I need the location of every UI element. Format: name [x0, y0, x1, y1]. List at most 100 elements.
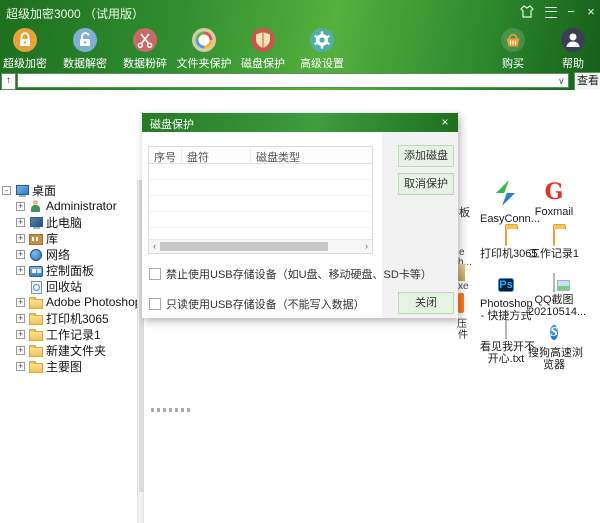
- checkbox[interactable]: [149, 298, 161, 310]
- easyconnect-icon: [493, 193, 519, 210]
- skin-icon[interactable]: [518, 5, 536, 21]
- expander-icon[interactable]: +: [16, 202, 25, 211]
- toolbar-label: 文件夹保护: [172, 55, 236, 71]
- desktop-item-qq-screenshot[interactable]: QQ截图20210514...: [528, 274, 580, 318]
- desktop-item-work-record[interactable]: 工作记录1: [528, 228, 580, 261]
- tree-item-label: 网络: [46, 246, 70, 263]
- add-disk-button[interactable]: 添加磁盘: [398, 145, 454, 167]
- occluded-label-fragment: xe: [458, 281, 469, 292]
- dialog-titlebar[interactable]: 磁盘保护 ×: [142, 113, 458, 132]
- desktop-item-printer3065[interactable]: 打印机3065: [480, 228, 532, 261]
- shield-icon: [250, 27, 276, 53]
- tree-item-new-folder[interactable]: + 新建文件夹: [16, 342, 135, 358]
- tree-item-printer3065[interactable]: + 打印机3065: [16, 310, 135, 326]
- protected-disk-table[interactable]: 序号 盘符 磁盘类型 ‹ ›: [148, 146, 373, 254]
- checkbox-label: 只读使用USB存储设备（不能写入数据）: [166, 296, 365, 312]
- folder-icon: [29, 360, 43, 373]
- address-input[interactable]: [17, 73, 569, 88]
- expander-icon[interactable]: +: [16, 218, 25, 227]
- tree-item-libraries[interactable]: + 库: [16, 230, 135, 246]
- tree-item-desktop[interactable]: - 桌面: [2, 182, 135, 198]
- tree-item-label: 工作记录1: [46, 326, 101, 343]
- expander-icon[interactable]: +: [16, 362, 25, 371]
- tree-item-adobe-photoshop[interactable]: + Adobe Photoshop CS5: [16, 294, 135, 310]
- scroll-left-icon[interactable]: ‹: [149, 240, 160, 252]
- tree-item-main-pictures[interactable]: + 主要图: [16, 358, 135, 374]
- cancel-protection-button[interactable]: 取消保护: [398, 173, 454, 195]
- tree-item-recycle-bin[interactable]: 回收站: [16, 278, 135, 294]
- expander-icon[interactable]: +: [16, 250, 25, 259]
- library-icon: [29, 232, 43, 245]
- tree-item-administrator[interactable]: + Administrator: [16, 198, 135, 214]
- tree-item-work-record[interactable]: + 工作记录1: [16, 326, 135, 342]
- expander-icon[interactable]: +: [16, 298, 25, 307]
- folder-icon: [29, 344, 43, 357]
- toolbar-item-folder-protect[interactable]: 文件夹保护: [172, 27, 236, 71]
- folder-icon: [29, 328, 43, 341]
- toolbar-label: 购买: [481, 55, 545, 71]
- minimize-icon[interactable]: −: [562, 4, 580, 20]
- expander-icon[interactable]: +: [16, 346, 25, 355]
- desktop-item-photoshop[interactable]: Ps Photoshop- 快捷方式: [480, 274, 532, 322]
- view-button[interactable]: 查看: [574, 72, 600, 91]
- column-header-disk-type: 磁盘类型: [251, 147, 372, 163]
- expander-icon[interactable]: +: [16, 234, 25, 243]
- chevron-down-icon[interactable]: ∨: [558, 76, 565, 87]
- desktop-item-sogou-browser[interactable]: S 搜狗高速浏览器: [528, 321, 580, 371]
- title-bar: 超级加密3000 （试用版） − ×: [0, 0, 600, 24]
- toolbar-item-disk-protect[interactable]: 磁盘保护: [231, 27, 295, 71]
- expander-icon[interactable]: +: [16, 330, 25, 339]
- dialog-title: 磁盘保护: [150, 116, 194, 132]
- control-panel-icon: [29, 264, 43, 277]
- toolbar-item-super-encrypt[interactable]: 超级加密: [0, 27, 57, 71]
- tree-item-control-panel[interactable]: + 控制面板: [16, 262, 135, 278]
- gear-icon: [309, 27, 335, 53]
- tree-item-label: 打印机3065: [46, 310, 109, 327]
- menu-icon[interactable]: [542, 4, 560, 20]
- disk-protection-dialog: 磁盘保护 × 序号 盘符 磁盘类型 ‹ › 添加磁盘 取消保护 禁止: [142, 113, 458, 318]
- toolbar-item-buy[interactable]: 购买: [481, 27, 545, 71]
- sogou-browser-icon: S: [550, 325, 558, 340]
- tree-item-this-pc[interactable]: + 此电脑: [16, 214, 135, 230]
- scrollbar-thumb[interactable]: [160, 242, 328, 251]
- toolbar-label: 帮助: [541, 55, 600, 71]
- expander-icon[interactable]: +: [16, 314, 25, 323]
- desktop-item-txt-file[interactable]: 看见我开不开心.txt: [480, 321, 532, 365]
- checkbox[interactable]: [149, 268, 161, 280]
- scroll-right-icon[interactable]: ›: [361, 240, 372, 252]
- toolbar-label: 数据粉碎: [113, 55, 177, 71]
- toolbar-label: 磁盘保护: [231, 55, 295, 71]
- tree-item-network[interactable]: + 网络: [16, 246, 135, 262]
- toolbar-item-advanced-settings[interactable]: 高级设置: [290, 27, 354, 71]
- occluded-label-fragment: 板: [459, 204, 470, 220]
- close-icon[interactable]: ×: [582, 4, 600, 20]
- toolbar-item-decrypt[interactable]: 数据解密: [53, 27, 117, 71]
- computer-icon: [29, 216, 43, 229]
- tree-item-label: Administrator: [46, 199, 117, 213]
- recycle-bin-icon: [29, 280, 43, 293]
- checkbox-label: 禁止使用USB存储设备（如U盘、移动硬盘、SD卡等）: [166, 266, 432, 282]
- horizontal-scrollbar[interactable]: ‹ ›: [149, 239, 372, 253]
- folder-guard-icon: [191, 27, 217, 53]
- desktop-item-easyconnect[interactable]: EasyConn...: [480, 180, 532, 226]
- desktop-item-foxmail[interactable]: G Foxmail: [528, 180, 580, 219]
- close-icon[interactable]: ×: [438, 115, 452, 129]
- close-dialog-button[interactable]: 关闭: [398, 292, 454, 314]
- up-arrow-button[interactable]: ↑: [1, 73, 16, 90]
- clipped-icon-label: [151, 408, 193, 412]
- toolbar-item-shred[interactable]: 数据粉碎: [113, 27, 177, 71]
- window-chrome: 超级加密3000 （试用版） − × 超级加密 数据解密 数据粉碎 文件夹保护: [0, 0, 600, 90]
- readonly-usb-checkbox-row: 只读使用USB存储设备（不能写入数据）: [149, 296, 365, 312]
- occluded-label-fragment: 件: [458, 326, 468, 341]
- tree-item-label: 桌面: [32, 182, 56, 199]
- photoshop-icon: Ps: [498, 278, 513, 292]
- folder-icon: [29, 296, 43, 309]
- toolbar-item-help[interactable]: 帮助: [541, 27, 600, 71]
- expander-icon[interactable]: +: [16, 266, 25, 275]
- scissors-icon: [132, 27, 158, 53]
- tree-item-label: 主要图: [46, 358, 82, 375]
- expander-icon[interactable]: -: [2, 186, 11, 195]
- person-icon: [560, 27, 586, 53]
- occluded-file-icon: [458, 264, 465, 281]
- occluded-file-icon: [458, 293, 464, 313]
